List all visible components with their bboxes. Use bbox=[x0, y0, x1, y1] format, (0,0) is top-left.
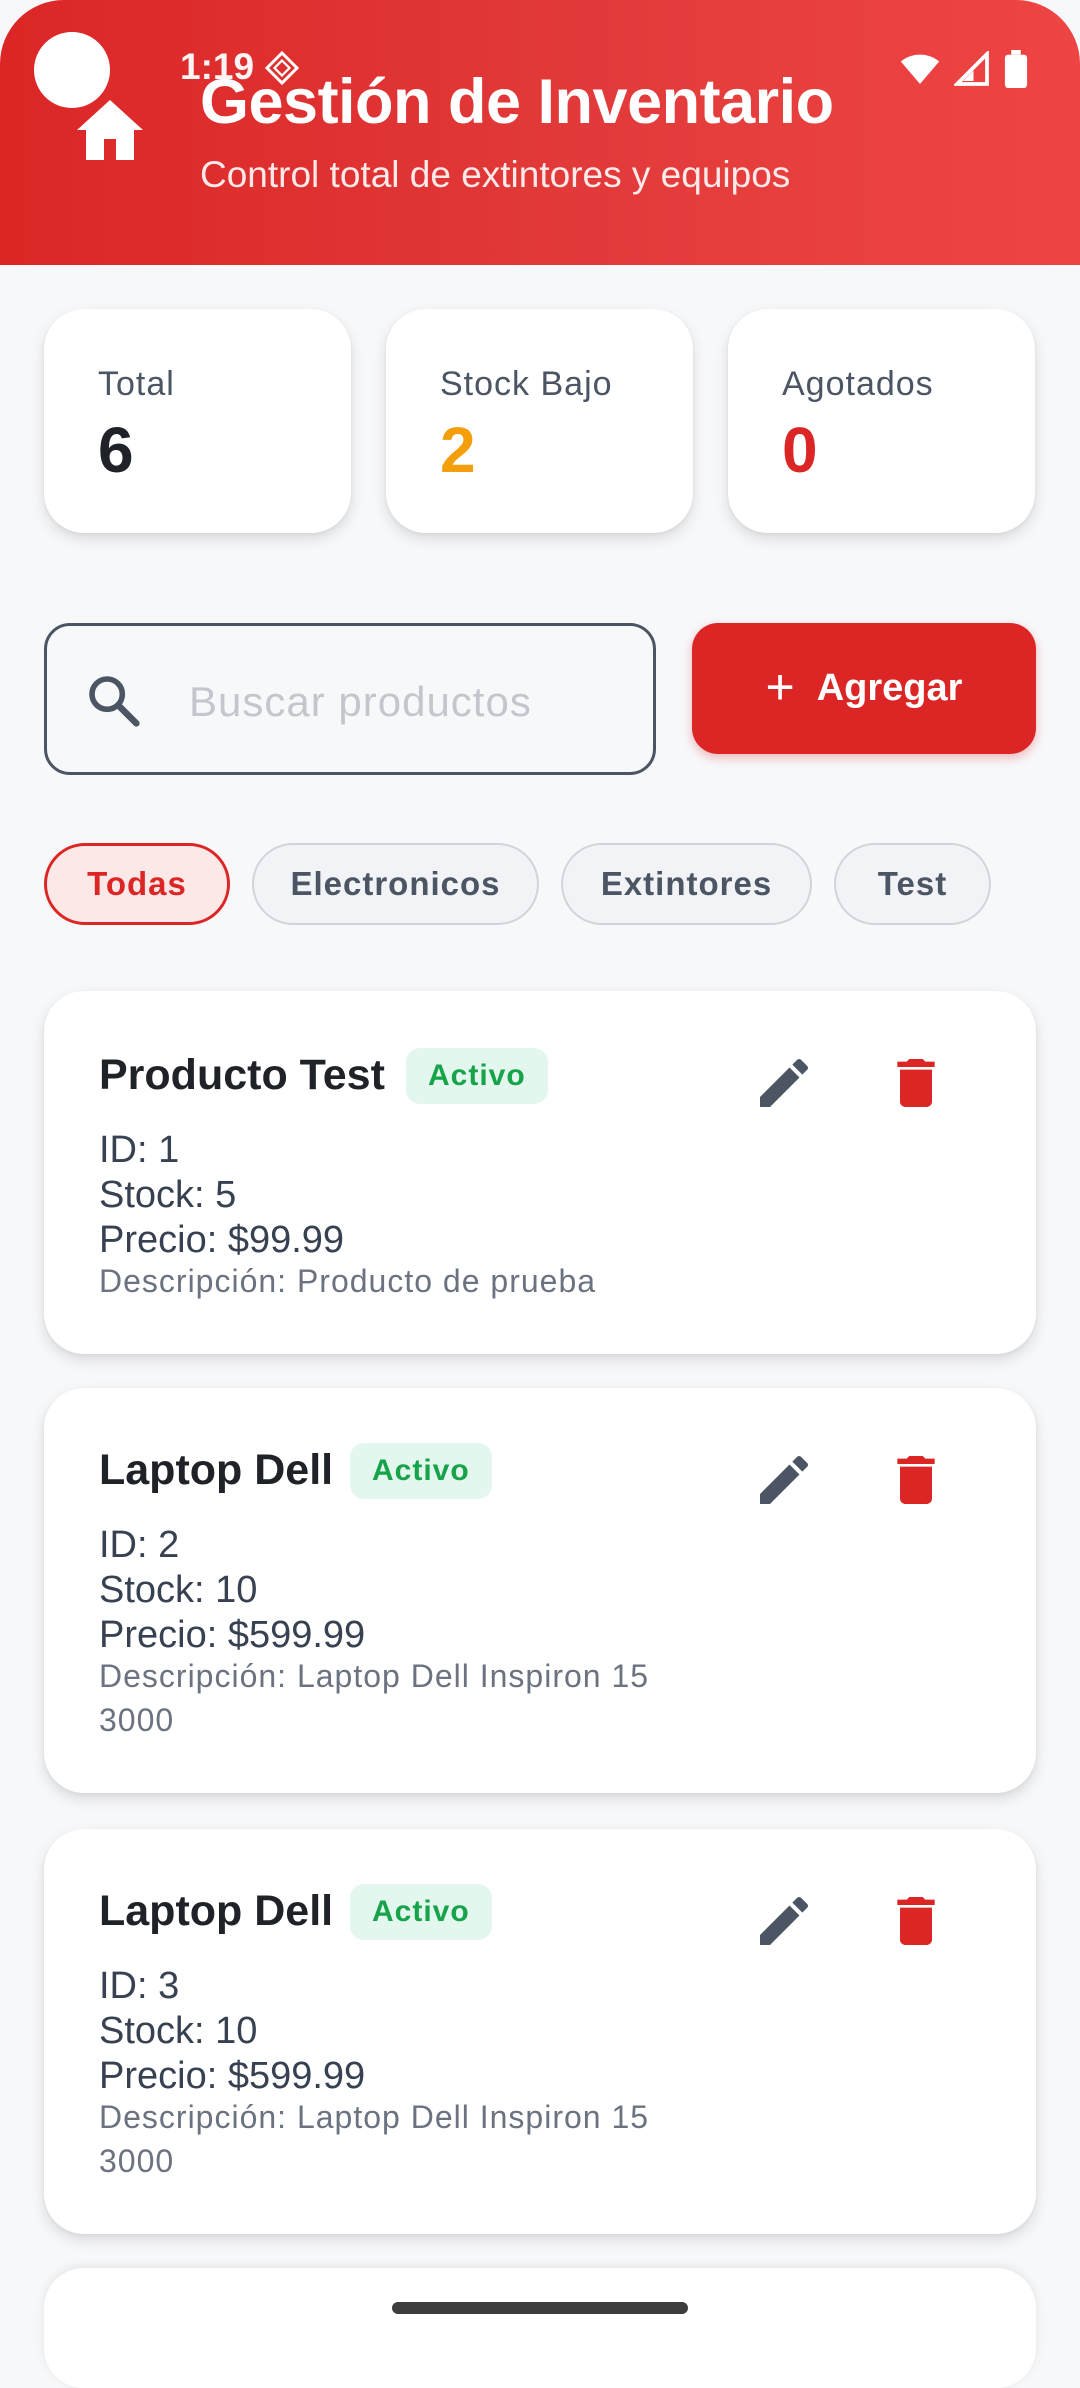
signal-icon bbox=[954, 51, 989, 86]
category-chip-test[interactable]: Test bbox=[834, 843, 991, 925]
product-stock: Stock: 5 bbox=[99, 1174, 237, 1216]
stat-card-low-stock: Stock Bajo 2 bbox=[386, 309, 693, 533]
product-price: Precio: $99.99 bbox=[99, 1219, 345, 1261]
stat-card-total: Total 6 bbox=[44, 309, 351, 533]
product-name: Laptop Dell bbox=[99, 1446, 334, 1494]
trash-icon[interactable] bbox=[884, 1051, 948, 1115]
chip-label: Todas bbox=[87, 865, 187, 902]
search-box[interactable] bbox=[44, 623, 656, 775]
home-icon[interactable] bbox=[74, 96, 146, 164]
wifi-icon bbox=[900, 54, 940, 84]
product-description: Descripción: Producto de prueba bbox=[99, 1263, 597, 1299]
status-badge: Activo bbox=[350, 1443, 492, 1499]
product-id: ID: 3 bbox=[99, 1965, 180, 2007]
stat-value: 2 bbox=[440, 414, 476, 486]
product-card[interactable]: Laptop Dell Activo ID: 2 Stock: 10 Preci… bbox=[44, 1388, 1036, 1793]
add-product-button[interactable]: + Agregar bbox=[692, 623, 1036, 754]
category-chip-todas[interactable]: Todas bbox=[44, 843, 230, 925]
status-badge: Activo bbox=[406, 1048, 548, 1104]
stat-value: 0 bbox=[782, 414, 818, 486]
status-badge: Activo bbox=[350, 1884, 492, 1940]
trash-icon[interactable] bbox=[884, 1448, 948, 1512]
stat-card-out-of-stock: Agotados 0 bbox=[728, 309, 1035, 533]
edit-icon[interactable] bbox=[752, 1448, 816, 1512]
product-id: ID: 1 bbox=[99, 1129, 180, 1171]
edit-icon[interactable] bbox=[752, 1051, 816, 1115]
category-chip-extintores[interactable]: Extintores bbox=[561, 843, 812, 925]
app-header: 1:19 Gestión de Inventario Control total… bbox=[0, 0, 1080, 265]
search-icon bbox=[89, 676, 140, 727]
category-chip-electronicos[interactable]: Electronicos bbox=[252, 843, 539, 925]
product-card[interactable]: Producto Test Activo ID: 1 Stock: 5 Prec… bbox=[44, 991, 1036, 1354]
product-price: Precio: $599.99 bbox=[99, 2055, 366, 2097]
product-stock: Stock: 10 bbox=[99, 2010, 258, 2052]
product-name: Laptop Dell bbox=[99, 1887, 334, 1935]
trash-icon[interactable] bbox=[884, 1889, 948, 1953]
product-stock: Stock: 10 bbox=[99, 1569, 258, 1611]
product-card[interactable]: Laptop Dell Activo ID: 3 Stock: 10 Preci… bbox=[44, 1829, 1036, 2234]
product-description: Descripción: Laptop Dell Inspiron 15 300… bbox=[99, 1658, 650, 1738]
product-card-partial[interactable] bbox=[44, 2268, 1036, 2388]
page-subtitle: Control total de extintores y equipos bbox=[200, 154, 791, 195]
home-indicator[interactable] bbox=[392, 2302, 688, 2314]
stat-label: Total bbox=[98, 365, 175, 403]
product-name: Producto Test bbox=[99, 1051, 385, 1099]
stat-value: 6 bbox=[98, 414, 134, 486]
page-title: Gestión de Inventario bbox=[200, 67, 834, 137]
chip-label: Electronicos bbox=[290, 865, 501, 902]
plus-icon: + bbox=[765, 658, 795, 715]
stat-label: Stock Bajo bbox=[440, 365, 613, 403]
product-description: Descripción: Laptop Dell Inspiron 15 300… bbox=[99, 2099, 650, 2179]
add-button-label: Agregar bbox=[816, 667, 963, 709]
chip-label: Extintores bbox=[600, 865, 773, 902]
product-id: ID: 2 bbox=[99, 1524, 180, 1566]
battery-icon bbox=[1004, 50, 1028, 88]
search-input[interactable] bbox=[187, 666, 631, 738]
stat-label: Agotados bbox=[782, 365, 934, 403]
product-price: Precio: $599.99 bbox=[99, 1614, 366, 1656]
edit-icon[interactable] bbox=[752, 1889, 816, 1953]
status-icons bbox=[900, 50, 1028, 88]
chip-label: Test bbox=[877, 865, 948, 902]
